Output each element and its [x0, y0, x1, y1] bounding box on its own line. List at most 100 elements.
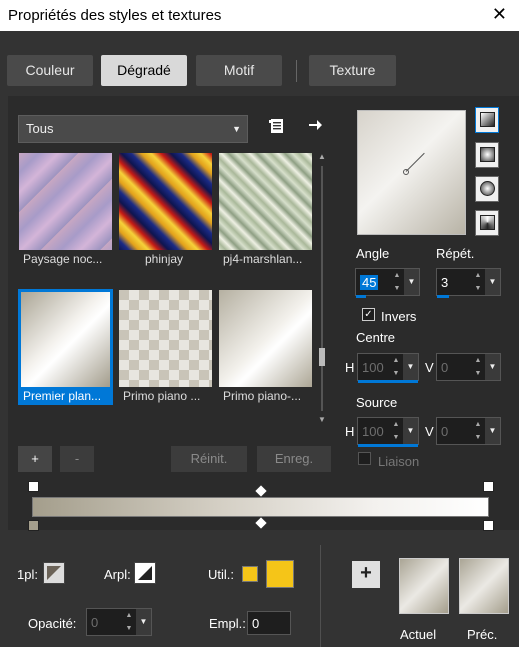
angle-handle[interactable] [405, 152, 425, 172]
save-button[interactable]: Enreg. [257, 446, 331, 472]
center-h-field[interactable]: 100 ▲ ▼ ▼ [357, 353, 419, 383]
use-color-swatch[interactable] [266, 560, 294, 588]
tab-degrade[interactable]: Dégradé [101, 55, 187, 86]
gradient-preview-image [219, 153, 312, 250]
center-v-label: V [425, 360, 434, 375]
invert-label: Invers [381, 309, 417, 324]
center-h-value: 100 [362, 360, 384, 375]
source-h-value: 100 [362, 424, 384, 439]
center-point[interactable] [403, 169, 409, 175]
source-h-label: H [345, 424, 355, 439]
gradient-preview-image [119, 290, 212, 387]
foreground-label: 1pl: [17, 567, 38, 582]
radial-style-button[interactable] [475, 210, 499, 236]
tab-motif[interactable]: Motif [196, 55, 282, 86]
gradient-thumbnail[interactable]: Primo piano-... [218, 289, 313, 405]
rectangular-style-button[interactable] [475, 142, 499, 168]
angle-field[interactable]: 45 ▲ ▼ ▼ [355, 268, 420, 298]
linear-style-button[interactable] [475, 107, 499, 133]
gradient-bar[interactable] [32, 497, 489, 517]
scrollbar-thumb[interactable] [319, 348, 325, 366]
source-v-label: V [425, 424, 434, 439]
angle-value: 45 [360, 275, 379, 290]
gradient-thumbnail[interactable]: pj4-marshlan... [218, 152, 313, 268]
repeat-label: Répét. [436, 246, 475, 261]
add-swatch-button[interactable]: + [352, 561, 380, 588]
gradient-name: pj4-marshlan... [223, 252, 303, 266]
spinner-arrows[interactable]: ▲ ▼ [389, 354, 403, 380]
tab-couleur[interactable]: Couleur [7, 55, 93, 86]
chevron-up-icon[interactable]: ▲ [316, 152, 328, 164]
chevron-down-icon: ▼ [232, 124, 241, 134]
chevron-down-icon[interactable]: ▼ [485, 269, 500, 295]
location-field[interactable]: 0 [247, 611, 291, 635]
link-label: Liaison [378, 454, 420, 469]
gradient-stop-top-left[interactable] [28, 481, 39, 492]
gradient-stop-bottom-left[interactable] [28, 520, 39, 531]
opacity-value: 0 [91, 615, 99, 630]
gradient-thumbnail[interactable]: Premier plan... [18, 289, 113, 405]
spinner-arrows[interactable]: ▲ ▼ [389, 418, 403, 444]
repeat-slider[interactable] [437, 295, 449, 298]
gradient-stop-bottom-right[interactable] [483, 520, 494, 531]
gradient-thumbnail[interactable]: phinjay [118, 152, 213, 268]
resource-manager-icon[interactable] [267, 117, 287, 137]
invert-checkbox[interactable]: ✓ [362, 308, 375, 321]
chevron-down-icon[interactable]: ▼ [403, 418, 418, 444]
angle-slider[interactable] [356, 295, 366, 298]
previous-gradient-swatch[interactable] [459, 558, 509, 614]
repeat-field[interactable]: 3 ▲ ▼ ▼ [436, 268, 501, 298]
remove-button[interactable]: - [60, 446, 94, 472]
angle-label: Angle [356, 246, 390, 261]
window-title: Propriétés des styles et textures [8, 7, 222, 24]
spinner-arrows[interactable]: ▲ ▼ [471, 418, 485, 444]
tab-separator [296, 60, 297, 82]
category-value: Tous [26, 121, 54, 136]
center-v-field[interactable]: 0 ▲ ▼ ▼ [436, 353, 501, 381]
link-checkbox[interactable] [358, 452, 371, 465]
gradient-preview-image [219, 290, 312, 387]
gradient-name: Paysage noc... [23, 252, 103, 266]
gradient-thumbnail[interactable]: Paysage noc... [18, 152, 113, 268]
chevron-down-icon[interactable]: ▼ [136, 609, 151, 635]
add-button[interactable]: + [18, 446, 52, 472]
background-label: Arpl: [104, 567, 131, 582]
chevron-down-icon[interactable]: ▼ [404, 269, 419, 295]
chevron-down-icon[interactable]: ▼ [485, 418, 500, 444]
category-dropdown[interactable]: Tous ▼ [18, 115, 248, 143]
chevron-down-icon[interactable]: ▼ [485, 354, 500, 380]
gradient-name: Primo piano ... [123, 389, 201, 403]
source-h-field[interactable]: 100 ▲ ▼ ▼ [357, 417, 419, 447]
gradient-stop-top-right[interactable] [483, 481, 494, 492]
gradient-preview[interactable] [357, 110, 466, 235]
source-label: Source [356, 395, 398, 410]
spinner-arrows[interactable]: ▲ ▼ [471, 354, 485, 380]
close-icon[interactable]: ✕ [492, 4, 507, 25]
use-color-small-swatch[interactable] [242, 566, 258, 582]
chevron-down-icon[interactable]: ▼ [403, 354, 418, 380]
source-v-field[interactable]: 0 ▲ ▼ ▼ [436, 417, 501, 445]
gallery-scrollbar[interactable]: ▲ ▼ [316, 152, 328, 427]
gradient-thumbnail[interactable]: Primo piano ... [118, 289, 213, 405]
tab-bar: Couleur Dégradé Motif Texture [0, 48, 519, 92]
location-label: Empl.: [209, 616, 246, 631]
opacity-field[interactable]: 0 ▲ ▼ ▼ [86, 608, 152, 636]
center-h-slider[interactable] [358, 380, 418, 383]
reset-button[interactable]: Réinit. [171, 446, 247, 472]
chevron-down-icon[interactable]: ▼ [316, 415, 328, 427]
previous-label: Préc. [467, 627, 498, 642]
current-gradient-swatch[interactable] [399, 558, 449, 614]
sunburst-style-button[interactable] [475, 176, 499, 202]
source-h-slider[interactable] [358, 444, 418, 447]
bottom-separator [320, 545, 321, 647]
tab-texture[interactable]: Texture [309, 55, 396, 86]
background-style-icon[interactable] [134, 562, 156, 584]
center-v-value: 0 [441, 360, 449, 375]
location-value: 0 [252, 616, 260, 631]
arrow-right-icon[interactable] [305, 117, 325, 137]
spinner-arrows[interactable]: ▲ ▼ [122, 609, 136, 635]
current-label: Actuel [400, 627, 437, 642]
spinner-arrows[interactable]: ▲ ▼ [390, 269, 404, 295]
foreground-style-icon[interactable] [43, 562, 65, 584]
spinner-arrows[interactable]: ▲ ▼ [471, 269, 485, 295]
